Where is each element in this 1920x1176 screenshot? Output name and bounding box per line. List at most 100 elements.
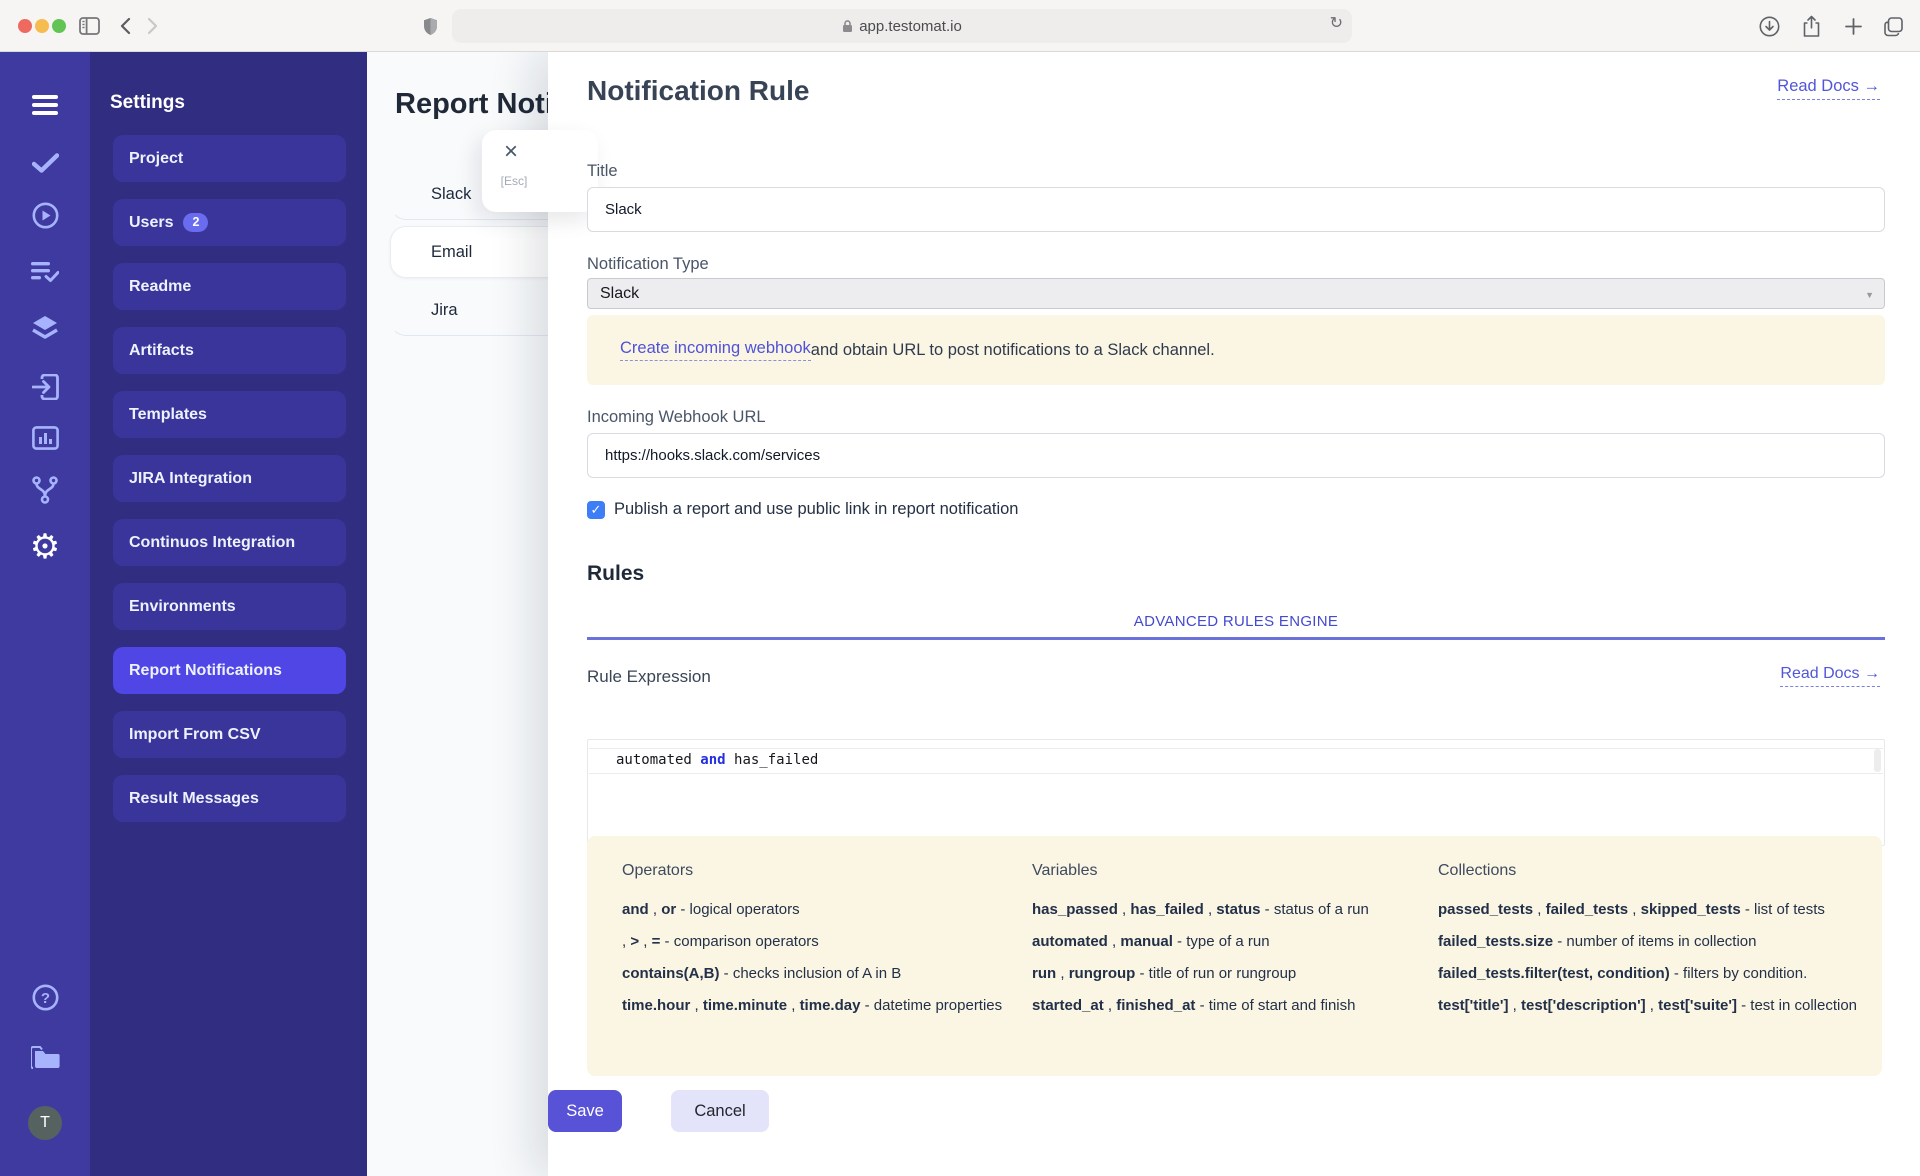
settings-nav-item[interactable]: Users 2 — [113, 199, 346, 246]
help-row: , > , = - comparison operators — [622, 933, 819, 950]
settings-nav-item[interactable]: Project — [113, 135, 346, 182]
docs-button[interactable] — [0, 1036, 90, 1080]
check-icon — [31, 153, 59, 173]
help-row: automated , manual - type of a run — [1032, 933, 1270, 950]
window-close-button[interactable] — [18, 19, 32, 33]
webhook-info-box: Create incoming webhook and obtain URL t… — [587, 315, 1885, 385]
settings-item-label: Users — [129, 213, 174, 231]
settings-nav-item[interactable]: Readme — [113, 263, 346, 310]
url-bar[interactable]: app.testomat.io ↻ — [452, 9, 1352, 43]
help-column: Variables has_passed , has_failed , stat… — [1032, 862, 1438, 1076]
editor-scrollbar[interactable] — [1874, 749, 1881, 772]
help-row: failed_tests.filter(test, condition) - f… — [1438, 965, 1808, 982]
svg-text:?: ? — [40, 990, 49, 1007]
settings-item-label: Environments — [129, 597, 236, 615]
tab-overview-button[interactable] — [1880, 13, 1906, 39]
app-window: ⚙ ? T Settings Project Users 2 Readme Ar… — [0, 52, 1920, 1176]
webhook-url-input[interactable] — [587, 433, 1885, 478]
users-count-badge: 2 — [183, 213, 209, 232]
publish-report-row: ✓ Publish a report and use public link i… — [587, 500, 1885, 519]
sidebar-item-plans[interactable] — [0, 250, 90, 294]
settings-title: Settings — [110, 92, 185, 113]
settings-nav-item[interactable]: Import From CSV — [113, 711, 346, 758]
tab-label: Jira — [431, 300, 458, 319]
window-zoom-button[interactable] — [52, 19, 66, 33]
code-line: automated and has_failed — [616, 752, 819, 768]
tab-advanced-rules-engine[interactable]: ADVANCED RULES ENGINE — [1134, 607, 1338, 637]
lock-icon — [843, 20, 853, 32]
sidebar-item-suites[interactable] — [0, 306, 90, 350]
sidebar-icon — [78, 17, 100, 35]
sidebar-item-branches[interactable] — [0, 468, 90, 512]
sidebar-item-settings[interactable]: ⚙ — [0, 525, 90, 569]
webhook-info-text: and obtain URL to post notifications to … — [810, 340, 1215, 359]
selected-type: Slack — [600, 284, 640, 302]
sidebar-item-analytics[interactable] — [0, 416, 90, 460]
help-row: has_passed , has_failed , status - statu… — [1032, 901, 1369, 918]
window-minimize-button[interactable] — [35, 19, 49, 33]
close-button[interactable]: × [Esc] — [482, 130, 598, 212]
close-icon: × — [504, 138, 519, 165]
help-row: contains(A,B) - checks inclusion of A in… — [622, 965, 902, 982]
settings-nav-item[interactable]: Environments — [113, 583, 346, 630]
browser-toolbar: app.testomat.io ↻ — [0, 0, 1920, 52]
rule-expression-editor[interactable]: automated and has_failed — [587, 739, 1885, 846]
help-column: Collections passed_tests , failed_tests … — [1438, 862, 1882, 1076]
sidebar-item-runs[interactable] — [0, 193, 90, 237]
sidebar-item-pull[interactable] — [0, 365, 90, 409]
user-avatar[interactable]: T — [28, 1106, 62, 1140]
help-row: time.hour , time.minute , time.day - dat… — [622, 997, 1003, 1014]
publish-checkbox[interactable]: ✓ — [587, 500, 605, 519]
share-icon — [1803, 15, 1819, 37]
select-arrow-icon: ▼ — [1865, 290, 1874, 300]
settings-nav-item[interactable]: Result Messages — [113, 775, 346, 822]
settings-nav-item[interactable]: Artifacts — [113, 327, 346, 374]
settings-nav-item[interactable]: JIRA Integration — [113, 455, 346, 502]
tab-label: Email — [431, 242, 473, 261]
settings-item-label: Readme — [129, 277, 192, 295]
settings-item-label: JIRA Integration — [129, 469, 252, 487]
forward-button[interactable] — [139, 13, 165, 39]
refresh-button[interactable]: ↻ — [1330, 13, 1343, 33]
back-button[interactable] — [112, 13, 138, 39]
rule-expression-label: Rule Expression — [587, 667, 711, 686]
download-icon — [1759, 16, 1779, 36]
privacy-report-button[interactable] — [417, 13, 443, 39]
rules-tab-bar: ADVANCED RULES ENGINE — [587, 607, 1885, 640]
share-button[interactable] — [1798, 13, 1824, 39]
settings-item-label: Artifacts — [129, 341, 194, 359]
title-field-label: Title — [587, 162, 618, 180]
create-webhook-link[interactable]: Create incoming webhook — [620, 339, 811, 361]
downloads-button[interactable] — [1756, 13, 1782, 39]
tabs-icon — [1883, 16, 1903, 36]
active-line-border — [589, 748, 1883, 749]
new-tab-button[interactable] — [1840, 13, 1866, 39]
settings-item-label: Import From CSV — [129, 725, 261, 743]
read-docs-link[interactable]: Read Docs → — [1777, 77, 1880, 100]
url-text: app.testomat.io — [859, 17, 962, 35]
active-line-border — [589, 773, 1883, 774]
publish-checkbox-label: Publish a report and use public link in … — [614, 500, 1019, 518]
sidebar-item-tests[interactable] — [0, 141, 90, 185]
help-row: test['title'] , test['description'] , te… — [1438, 997, 1858, 1014]
help-column-header: Variables — [1032, 862, 1098, 879]
settings-item-label: Templates — [129, 405, 207, 423]
settings-sidebar: Settings Project Users 2 Readme Artifact… — [90, 52, 367, 1176]
settings-nav-item[interactable]: Report Notifications — [113, 647, 346, 694]
menu-button[interactable] — [0, 83, 90, 127]
settings-item-label: Project — [129, 149, 184, 167]
title-input[interactable] — [587, 187, 1885, 232]
sidebar-toggle-button[interactable] — [76, 13, 102, 39]
help-button[interactable]: ? — [0, 975, 90, 1019]
rules-read-docs-link[interactable]: Read Docs → — [1780, 665, 1880, 687]
playlist-check-icon — [31, 262, 59, 282]
settings-nav-item[interactable]: Templates — [113, 391, 346, 438]
cancel-button[interactable]: Cancel — [671, 1090, 769, 1132]
save-button[interactable]: Save — [548, 1090, 622, 1132]
plus-icon — [1844, 17, 1862, 35]
hamburger-menu-icon — [32, 95, 58, 115]
settings-nav-item[interactable]: Continuos Integration — [113, 519, 346, 566]
settings-nav-list: Project Users 2 Readme Artifacts Templat… — [113, 135, 346, 839]
settings-item-label: Continuos Integration — [129, 533, 296, 551]
notification-type-select[interactable]: Slack ▼ — [587, 278, 1885, 309]
